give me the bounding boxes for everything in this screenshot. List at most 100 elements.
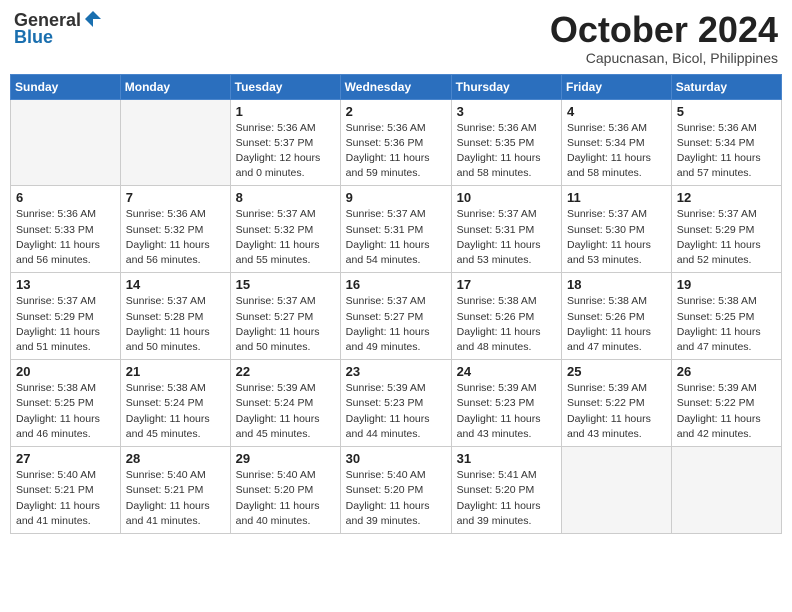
day-number: 21 [126,364,225,379]
day-detail: Sunrise: 5:39 AMSunset: 5:23 PMDaylight:… [346,381,446,442]
day-detail: Sunrise: 5:36 AMSunset: 5:33 PMDaylight:… [16,207,115,268]
calendar-day-cell: 16 Sunrise: 5:37 AMSunset: 5:27 PMDayligh… [340,273,451,360]
day-detail: Sunrise: 5:36 AMSunset: 5:36 PMDaylight:… [346,121,446,182]
day-detail: Sunrise: 5:39 AMSunset: 5:22 PMDaylight:… [567,381,666,442]
calendar-week-row: 6 Sunrise: 5:36 AMSunset: 5:33 PMDaylight… [11,186,782,273]
calendar-day-cell: 8 Sunrise: 5:37 AMSunset: 5:32 PMDaylight… [230,186,340,273]
day-detail: Sunrise: 5:36 AMSunset: 5:37 PMDaylight:… [236,121,335,182]
day-number: 3 [457,104,556,119]
day-number: 8 [236,190,335,205]
day-detail: Sunrise: 5:37 AMSunset: 5:28 PMDaylight:… [126,294,225,355]
calendar-day-cell: 22 Sunrise: 5:39 AMSunset: 5:24 PMDayligh… [230,360,340,447]
calendar-day-cell [11,99,121,186]
calendar-day-cell: 19 Sunrise: 5:38 AMSunset: 5:25 PMDayligh… [671,273,781,360]
day-detail: Sunrise: 5:39 AMSunset: 5:23 PMDaylight:… [457,381,556,442]
calendar-day-cell: 15Sunrise: 5:37 AMSunset: 5:27 PMDayligh… [230,273,340,360]
calendar-day-cell: 17 Sunrise: 5:38 AMSunset: 5:26 PMDayligh… [451,273,561,360]
day-detail: Sunrise: 5:36 AMSunset: 5:35 PMDaylight:… [457,121,556,182]
calendar-day-cell: 26 Sunrise: 5:39 AMSunset: 5:22 PMDayligh… [671,360,781,447]
day-detail: Sunrise: 5:37 AMSunset: 5:30 PMDaylight:… [567,207,666,268]
location: Capucnasan, Bicol, Philippines [550,50,778,66]
day-number: 11 [567,190,666,205]
calendar-day-cell: 29 Sunrise: 5:40 AMSunset: 5:20 PMDayligh… [230,447,340,534]
day-number: 19 [677,277,776,292]
day-detail: Sunrise: 5:37 AMSunset: 5:27 PMDaylight:… [346,294,446,355]
calendar-day-cell: 24 Sunrise: 5:39 AMSunset: 5:23 PMDayligh… [451,360,561,447]
day-detail: Sunrise: 5:37 AMSunset: 5:32 PMDaylight:… [236,207,335,268]
day-detail: Sunrise: 5:36 AMSunset: 5:34 PMDaylight:… [677,121,776,182]
day-detail: Sunrise: 5:39 AMSunset: 5:22 PMDaylight:… [677,381,776,442]
day-number: 20 [16,364,115,379]
calendar-day-cell: 10Sunrise: 5:37 AMSunset: 5:31 PMDayligh… [451,186,561,273]
day-detail: Sunrise: 5:38 AMSunset: 5:26 PMDaylight:… [457,294,556,355]
day-number: 30 [346,451,446,466]
weekday-header: Sunday [11,74,121,99]
day-number: 31 [457,451,556,466]
calendar-day-cell: 3 Sunrise: 5:36 AMSunset: 5:35 PMDaylight… [451,99,561,186]
day-number: 24 [457,364,556,379]
title-block: October 2024 Capucnasan, Bicol, Philippi… [550,10,778,66]
day-number: 15 [236,277,335,292]
calendar-day-cell: 12 Sunrise: 5:37 AMSunset: 5:29 PMDayligh… [671,186,781,273]
calendar-day-cell: 27 Sunrise: 5:40 AMSunset: 5:21 PMDayligh… [11,447,121,534]
calendar-header-row: SundayMondayTuesdayWednesdayThursdayFrid… [11,74,782,99]
calendar-week-row: 27 Sunrise: 5:40 AMSunset: 5:21 PMDayligh… [11,447,782,534]
calendar-day-cell: 13 Sunrise: 5:37 AMSunset: 5:29 PMDayligh… [11,273,121,360]
month-title: October 2024 [550,10,778,50]
day-detail: Sunrise: 5:39 AMSunset: 5:24 PMDaylight:… [236,381,335,442]
calendar-week-row: 1 Sunrise: 5:36 AMSunset: 5:37 PMDaylight… [11,99,782,186]
day-number: 23 [346,364,446,379]
day-detail: Sunrise: 5:37 AMSunset: 5:29 PMDaylight:… [677,207,776,268]
day-detail: Sunrise: 5:36 AMSunset: 5:34 PMDaylight:… [567,121,666,182]
day-number: 10 [457,190,556,205]
calendar-day-cell: 20 Sunrise: 5:38 AMSunset: 5:25 PMDayligh… [11,360,121,447]
day-number: 9 [346,190,446,205]
calendar-day-cell: 21 Sunrise: 5:38 AMSunset: 5:24 PMDayligh… [120,360,230,447]
day-number: 28 [126,451,225,466]
day-detail: Sunrise: 5:40 AMSunset: 5:21 PMDaylight:… [126,468,225,529]
weekday-header: Saturday [671,74,781,99]
calendar-day-cell [671,447,781,534]
calendar-week-row: 13 Sunrise: 5:37 AMSunset: 5:29 PMDayligh… [11,273,782,360]
day-detail: Sunrise: 5:40 AMSunset: 5:20 PMDaylight:… [236,468,335,529]
weekday-header: Tuesday [230,74,340,99]
day-detail: Sunrise: 5:38 AMSunset: 5:26 PMDaylight:… [567,294,666,355]
calendar-day-cell: 28 Sunrise: 5:40 AMSunset: 5:21 PMDayligh… [120,447,230,534]
calendar-table: SundayMondayTuesdayWednesdayThursdayFrid… [10,74,782,534]
calendar-day-cell: 9Sunrise: 5:37 AMSunset: 5:31 PMDaylight… [340,186,451,273]
day-number: 17 [457,277,556,292]
calendar-day-cell: 31Sunrise: 5:41 AMSunset: 5:20 PMDayligh… [451,447,561,534]
day-detail: Sunrise: 5:38 AMSunset: 5:24 PMDaylight:… [126,381,225,442]
day-detail: Sunrise: 5:38 AMSunset: 5:25 PMDaylight:… [16,381,115,442]
logo: General Blue [14,10,103,48]
calendar-day-cell [120,99,230,186]
calendar-day-cell: 4 Sunrise: 5:36 AMSunset: 5:34 PMDaylight… [562,99,672,186]
day-number: 14 [126,277,225,292]
day-number: 7 [126,190,225,205]
day-number: 1 [236,104,335,119]
day-number: 26 [677,364,776,379]
calendar-day-cell: 14 Sunrise: 5:37 AMSunset: 5:28 PMDayligh… [120,273,230,360]
day-number: 27 [16,451,115,466]
day-number: 29 [236,451,335,466]
day-number: 6 [16,190,115,205]
day-detail: Sunrise: 5:37 AMSunset: 5:29 PMDaylight:… [16,294,115,355]
calendar-day-cell: 1 Sunrise: 5:36 AMSunset: 5:37 PMDaylight… [230,99,340,186]
calendar-week-row: 20 Sunrise: 5:38 AMSunset: 5:25 PMDayligh… [11,360,782,447]
page-header: General Blue October 2024 Capucnasan, Bi… [10,10,782,66]
day-number: 16 [346,277,446,292]
calendar-day-cell [562,447,672,534]
day-detail: Sunrise: 5:40 AMSunset: 5:21 PMDaylight:… [16,468,115,529]
weekday-header: Wednesday [340,74,451,99]
day-detail: Sunrise: 5:38 AMSunset: 5:25 PMDaylight:… [677,294,776,355]
calendar-day-cell: 11 Sunrise: 5:37 AMSunset: 5:30 PMDayligh… [562,186,672,273]
day-number: 13 [16,277,115,292]
calendar-day-cell: 18Sunrise: 5:38 AMSunset: 5:26 PMDayligh… [562,273,672,360]
day-number: 22 [236,364,335,379]
weekday-header: Thursday [451,74,561,99]
day-number: 12 [677,190,776,205]
calendar-day-cell: 7Sunrise: 5:36 AMSunset: 5:32 PMDaylight… [120,186,230,273]
calendar-day-cell: 23 Sunrise: 5:39 AMSunset: 5:23 PMDayligh… [340,360,451,447]
day-number: 4 [567,104,666,119]
logo-icon [83,9,103,29]
